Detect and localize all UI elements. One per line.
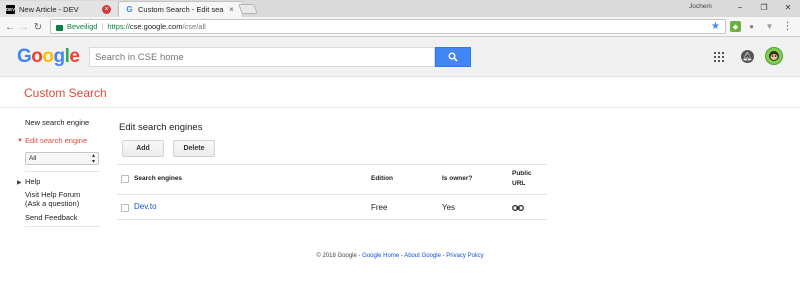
address-bar[interactable]: Beveiligd | https://cse.google.com/cse/a…	[50, 19, 726, 34]
google-header: Google 🔔︎	[0, 37, 800, 77]
close-icon[interactable]: ×	[227, 5, 236, 14]
delete-button[interactable]: Delete	[173, 140, 215, 157]
google-logo[interactable]: Google	[17, 46, 80, 68]
column-header-is-owner[interactable]: Is owner?	[442, 175, 472, 182]
bookmark-star-icon[interactable]: ★	[711, 21, 720, 32]
close-window-button[interactable]: ✕	[776, 0, 800, 14]
footer-link-about-google[interactable]: About Google	[404, 253, 441, 259]
select-arrows-icon: ▴ ▾	[91, 153, 95, 165]
browser-menu-icon[interactable]: ⋮	[782, 21, 793, 32]
edition-cell: Free	[371, 203, 388, 212]
owner-cell: Yes	[442, 203, 456, 212]
add-button[interactable]: Add	[122, 140, 164, 157]
engine-select[interactable]: All ▴ ▾	[25, 152, 99, 165]
sidebar-item-help[interactable]: Help	[25, 177, 40, 186]
search-input[interactable]	[95, 51, 434, 63]
search-icon	[448, 52, 458, 62]
search-button[interactable]	[435, 47, 471, 67]
avatar-monkey-icon	[769, 51, 779, 61]
divider	[0, 107, 800, 108]
browser-user-name[interactable]: Jochem	[689, 3, 712, 10]
section-title: Edit search engines	[119, 122, 203, 133]
new-tab-button[interactable]	[238, 4, 258, 14]
table-bottom-border	[117, 219, 547, 220]
notifications-bell-icon[interactable]: 🔔︎	[741, 50, 754, 63]
table-header-border	[117, 194, 547, 195]
url-path: /cse/all	[182, 22, 206, 31]
select-all-checkbox[interactable]	[121, 175, 129, 183]
tab-new-article[interactable]: DEV New Article - DEV ×	[0, 1, 117, 17]
chevron-down-icon: ▼	[17, 138, 23, 144]
copyright-text: © 2018 Google	[316, 253, 357, 259]
sidebar-item-new-search-engine[interactable]: New search engine	[25, 118, 89, 127]
divider	[25, 171, 100, 172]
sidebar-item-send-feedback[interactable]: Send Feedback	[25, 213, 78, 222]
column-header-public-url-line2: URL	[512, 180, 526, 187]
column-header-edition[interactable]: Edition	[371, 175, 393, 182]
column-header-search-engines[interactable]: Search engines	[134, 175, 182, 182]
secure-label: Beveiligd	[67, 22, 98, 31]
forward-icon[interactable]: →	[18, 20, 30, 34]
extension-shield-icon[interactable]: ◆	[730, 21, 741, 32]
sidebar-item-edit-search-engine[interactable]: Edit search engine	[25, 136, 87, 145]
column-header-public-url-line1: Public	[512, 170, 532, 177]
google-favicon-icon: G	[126, 5, 133, 14]
dev-favicon-icon: DEV	[5, 4, 16, 14]
row-checkbox[interactable]	[121, 204, 129, 212]
minimize-button[interactable]: −	[728, 0, 752, 14]
extension-ghost-icon[interactable]: ●	[746, 21, 757, 32]
lock-icon	[56, 24, 63, 31]
sidebar-item-ask-question[interactable]: (Ask a question)	[25, 199, 79, 208]
tab-title: Custom Search - Edit sea	[138, 5, 224, 14]
engine-select-value: All	[29, 155, 37, 162]
footer-link-privacy-policy[interactable]: Privacy Policy	[446, 253, 483, 259]
page-title[interactable]: Custom Search	[24, 86, 107, 100]
extension-filter-icon[interactable]: ▼	[764, 21, 775, 32]
url-scheme: https://	[107, 22, 130, 31]
close-icon[interactable]: ×	[102, 4, 111, 14]
chevron-right-icon: ▶	[17, 180, 22, 186]
browser-tab-bar: DEV New Article - DEV × G Custom Search …	[0, 0, 800, 17]
restore-button[interactable]: ❐	[752, 0, 776, 14]
back-icon[interactable]: ←	[4, 20, 16, 34]
footer: © 2018 Google - Google Home - About Goog…	[316, 253, 484, 259]
avatar[interactable]	[765, 47, 783, 65]
apps-grid-icon[interactable]	[714, 52, 724, 62]
window-controls: − ❐ ✕	[728, 0, 800, 14]
browser-toolbar: ← → ↻ Beveiligd | https://cse.google.com…	[0, 17, 800, 37]
reload-icon[interactable]: ↻	[32, 20, 44, 34]
table-top-border	[117, 164, 547, 165]
cse-search-box[interactable]	[89, 47, 435, 67]
url-host: cse.google.com	[129, 22, 183, 31]
engine-name-link[interactable]: Dev.to	[134, 202, 157, 211]
address-separator: |	[101, 22, 104, 31]
sidebar-item-help-forum[interactable]: Visit Help Forum	[25, 190, 80, 199]
public-url-link-icon[interactable]	[512, 205, 524, 211]
tab-custom-search[interactable]: G Custom Search - Edit sea ×	[118, 1, 243, 17]
footer-link-google-home[interactable]: Google Home	[362, 253, 399, 259]
divider	[25, 226, 100, 227]
tab-title: New Article - DEV	[19, 4, 79, 14]
